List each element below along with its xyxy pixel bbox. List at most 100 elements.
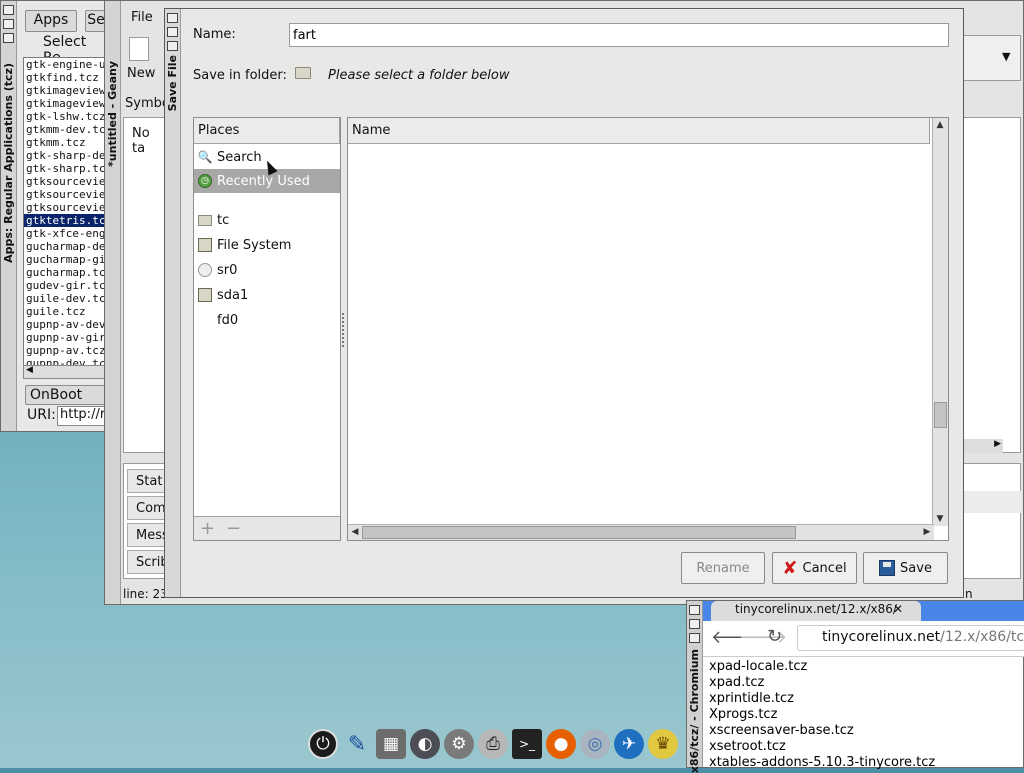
minimize-icon[interactable] [3, 33, 14, 43]
files-vscroll[interactable]: ▲ ▼ [932, 118, 948, 526]
name-label: Name: [193, 27, 236, 42]
remove-bookmark-icon[interactable]: − [226, 518, 241, 539]
paintbrush-icon[interactable]: ✎ [342, 729, 372, 759]
maximize-icon[interactable] [167, 27, 178, 37]
onboot-button[interactable]: OnBoot [25, 385, 107, 405]
mount-tool-icon[interactable]: ◐ [410, 729, 440, 759]
apps-titlebar[interactable]: Apps: Regular Applications (tcz) [1, 1, 17, 431]
list-item[interactable]: gudev-gir.tcz [24, 279, 106, 292]
scroll-left-icon[interactable]: ◀ [348, 525, 362, 539]
place-item[interactable]: fd0 [194, 308, 340, 332]
new-label[interactable]: New [127, 66, 155, 81]
files-hscroll[interactable]: ◀ ▶ [348, 524, 934, 540]
file-link[interactable]: xsetroot.tcz [709, 739, 935, 755]
list-item[interactable]: gtkmm-dev.tcz [24, 123, 106, 136]
list-item[interactable]: gtk-engine-un [24, 58, 106, 71]
hscroll-thumb[interactable] [362, 526, 796, 539]
list-item[interactable]: gucharmap-dev [24, 240, 106, 253]
new-file-icon[interactable] [129, 37, 149, 61]
list-item[interactable]: guile-dev.tcz [24, 292, 106, 305]
terminal-icon[interactable]: >_ [512, 729, 542, 759]
bottom-tab[interactable]: Scrib [127, 550, 169, 574]
scroll-down-icon[interactable]: ▼ [933, 512, 947, 526]
bottom-tab[interactable]: Com [127, 496, 169, 520]
list-item[interactable]: gtkmm.tcz [24, 136, 106, 149]
menu-file[interactable]: File [131, 10, 153, 25]
geany-titlebar[interactable]: *untitled - Geany [105, 1, 121, 604]
list-item[interactable]: gupnp-av.tcz [24, 344, 106, 357]
list-item[interactable]: gtktetris.tcz [24, 214, 106, 227]
save-button[interactable]: Save [863, 552, 948, 584]
list-item[interactable]: gucharmap-gir [24, 253, 106, 266]
list-item[interactable]: guile.tcz [24, 305, 106, 318]
browser-tab[interactable]: tinycorelinux.net/12.x/x86/ [711, 601, 921, 621]
reload-icon[interactable]: ↻ [767, 626, 782, 647]
apps-list[interactable]: gtk-engine-un gtkfind.tcz gtkimageview-gtk… [23, 57, 107, 369]
list-item[interactable]: gtk-lshw.tcz [24, 110, 106, 123]
apps-button[interactable]: Apps [25, 10, 77, 32]
place-item[interactable]: sda1 [194, 283, 340, 307]
list-item[interactable]: gtkfind.tcz [24, 71, 106, 84]
maximize-icon[interactable] [689, 619, 700, 629]
place-item[interactable]: sr0 [194, 258, 340, 282]
maximize-icon[interactable] [3, 19, 14, 29]
scroll-right-icon[interactable]: ▶ [920, 525, 934, 539]
chromium-icon[interactable]: ◎ [580, 729, 610, 759]
bottom-tab[interactable]: Stat [127, 469, 169, 493]
close-icon[interactable] [167, 13, 178, 23]
rename-button[interactable]: Rename [681, 552, 765, 584]
address-bar[interactable]: tinycorelinux.net/12.x/x86/tcz/ [797, 625, 1024, 651]
name-input[interactable] [289, 23, 949, 47]
file-link[interactable]: xtables-addons-5.10.3-tinycore.tcz [709, 755, 935, 771]
list-item[interactable]: gupnp-av-gir. [24, 331, 106, 344]
close-tab-icon[interactable]: ✕ [893, 602, 903, 616]
control-panel-icon[interactable]: ▦ [376, 729, 406, 759]
toolbar-dropdown[interactable]: ▼ [963, 35, 1021, 81]
list-item[interactable]: gtk-sharp.tcz [24, 162, 106, 175]
list-item[interactable]: gucharmap.tcz [24, 266, 106, 279]
file-link[interactable]: xpad.tcz [709, 675, 935, 691]
list-item[interactable]: gtksourceview [24, 201, 106, 214]
scroll-up-icon[interactable]: ▲ [933, 118, 947, 132]
power-icon[interactable]: ⏻ [308, 729, 338, 759]
app-mascot-icon[interactable]: ♛ [648, 729, 678, 759]
scroll-right-icon[interactable]: ▶ [994, 439, 1001, 449]
file-link[interactable]: xprintidle.tcz [709, 691, 935, 707]
dialog-titlebar[interactable]: Save File [165, 9, 181, 597]
settings-icon[interactable]: ⚙ [444, 729, 474, 759]
chromium-titlebar[interactable]: x86/tcz/ - Chromium [687, 601, 703, 773]
list-item[interactable]: gtksourceview [24, 175, 106, 188]
close-icon[interactable] [689, 605, 700, 615]
firefox-icon[interactable]: ● [546, 729, 576, 759]
file-link[interactable]: xscreensaver-base.tcz [709, 723, 935, 739]
editor-area[interactable] [963, 117, 1021, 453]
bottom-tab[interactable]: Mess [127, 523, 169, 547]
pane-splitter[interactable] [342, 313, 346, 347]
scroll-left-icon[interactable]: ◀ [26, 365, 33, 375]
places-header[interactable]: Places [194, 118, 340, 144]
place-item[interactable]: File System [194, 233, 340, 257]
cancel-button[interactable]: ✘ Cancel [772, 552, 857, 584]
editor-hscroll[interactable]: ▶ [963, 439, 1003, 453]
list-item[interactable]: gtksourceview [24, 188, 106, 201]
file-link[interactable]: Xprogs.tcz [709, 707, 935, 723]
chevron-down-icon[interactable]: ▼ [1002, 50, 1010, 63]
uri-input[interactable]: http://re [57, 406, 107, 426]
add-bookmark-icon[interactable]: + [200, 518, 215, 539]
place-item[interactable]: tc [194, 208, 340, 232]
files-pane[interactable]: Name ▲ ▼ ◀ ▶ [347, 117, 949, 541]
minimize-icon[interactable] [167, 41, 178, 51]
apps-list-hscroll[interactable]: ◀ [23, 365, 107, 379]
list-item[interactable]: gupnp-av-dev. [24, 318, 106, 331]
vscroll-thumb[interactable] [934, 402, 947, 428]
list-item[interactable]: gtk-xfce-engi [24, 227, 106, 240]
file-link[interactable]: xpad-locale.tcz [709, 659, 935, 675]
apps-icon[interactable]: ✈ [614, 729, 644, 759]
minimize-icon[interactable] [689, 633, 700, 643]
close-icon[interactable] [3, 5, 14, 15]
name-header[interactable]: Name [348, 118, 930, 144]
list-item[interactable]: gtkimageview- [24, 84, 106, 97]
list-item[interactable]: gtk-sharp-dev. [24, 149, 106, 162]
list-item[interactable]: gtkimageview. [24, 97, 106, 110]
printer-icon[interactable]: ⎙ [478, 729, 508, 759]
